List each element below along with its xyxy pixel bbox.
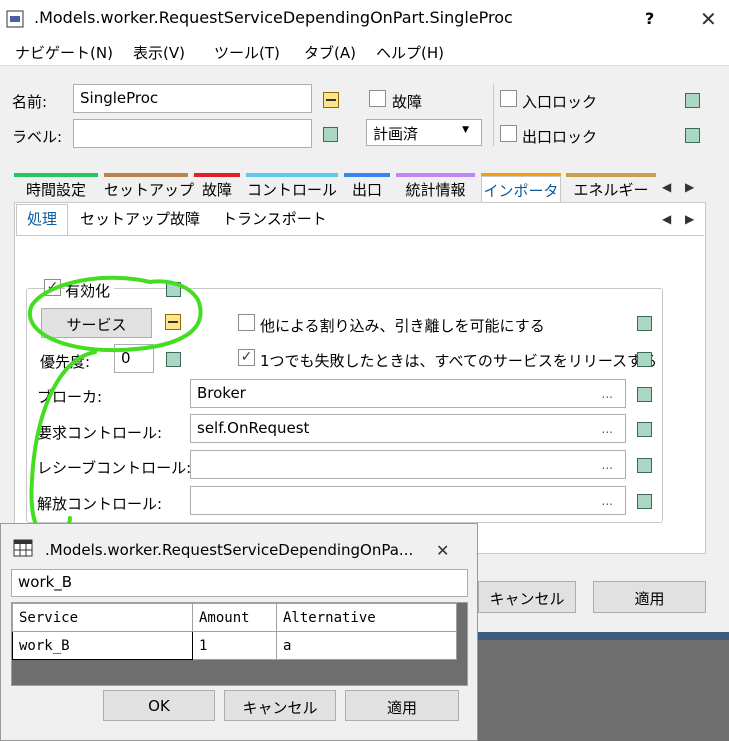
dialog-close-button[interactable]: ✕ (436, 541, 449, 560)
exit-lock-label: 出口ロック (522, 128, 598, 146)
tab-6[interactable]: インポータ (481, 176, 561, 203)
menu-navigate[interactable]: ナビゲート(N) (15, 42, 113, 63)
release-ellipsis-button[interactable]: ... (602, 494, 613, 508)
dialog-cancel-button[interactable]: キャンセル (224, 690, 336, 721)
cell-service[interactable]: work_B (12, 631, 193, 660)
release-control-input[interactable]: ... (190, 486, 626, 515)
receive-control-inherit-button[interactable] (637, 458, 652, 473)
menu-help[interactable]: ヘルプ(H) (376, 42, 444, 63)
enable-inherit-button[interactable] (166, 282, 181, 297)
cell-alternative[interactable]: a (276, 631, 457, 660)
broker-value: Broker (197, 384, 246, 402)
label-inherit-button[interactable] (323, 127, 338, 142)
interrupt-inherit-button[interactable] (637, 316, 652, 331)
subtab-failure[interactable]: 故障 (170, 208, 200, 229)
dialog-apply-button[interactable]: 適用 (345, 690, 459, 721)
dialog-ok-button[interactable]: OK (103, 690, 215, 721)
tab-4[interactable]: 出口 (344, 176, 390, 202)
table-header-row: Service Amount Alternative (12, 603, 457, 632)
broker-inherit-button[interactable] (637, 387, 652, 402)
close-button[interactable]: ✕ (700, 7, 717, 31)
release-all-label: 1つでも失敗したときは、すべてのサービスをリリースする (260, 352, 658, 370)
broker-label: ブローカ: (37, 388, 103, 406)
failure-checkbox[interactable] (369, 90, 386, 107)
request-control-inherit-button[interactable] (637, 422, 652, 437)
dialog-title: .Models.worker.RequestServiceDependingOn… (45, 541, 414, 559)
subtab-divider (16, 235, 704, 236)
subtab-scroll-left-icon[interactable]: ◀ (662, 212, 671, 226)
title-bar: .Models.worker.RequestServiceDependingOn… (0, 0, 729, 38)
exit-lock-inherit-button[interactable] (685, 128, 700, 143)
failure-label: 故障 (392, 93, 423, 111)
entry-lock-label: 入口ロック (522, 93, 598, 111)
receive-control-input[interactable]: ... (190, 450, 626, 479)
menu-bar: ナビゲート(N) 表示(V) ツール(T) タブ(A) ヘルプ(H) (0, 38, 729, 66)
tab-2[interactable]: 故障 (194, 176, 240, 202)
release-all-inherit-button[interactable] (637, 352, 652, 367)
entry-lock-checkbox[interactable] (500, 90, 517, 107)
column-header-amount[interactable]: Amount (192, 603, 277, 632)
tab-scroll-right-icon[interactable]: ▶ (685, 180, 694, 194)
interrupt-label: 他による割り込み、引き離しを可能にする (260, 317, 545, 335)
broker-ellipsis-button[interactable]: ... (602, 387, 613, 401)
plan-select[interactable]: 計画済 ▼ (366, 119, 482, 146)
window-title: .Models.worker.RequestServiceDependingOn… (34, 8, 513, 27)
name-label: 名前: (12, 93, 48, 111)
menu-tools[interactable]: ツール(T) (214, 42, 280, 63)
broker-input[interactable]: Broker ... (190, 379, 626, 408)
tab-0[interactable]: 時間設定 (14, 176, 98, 202)
tab-1[interactable]: セットアップ (104, 176, 194, 202)
service-dialog: .Models.worker.RequestServiceDependingOn… (0, 523, 478, 741)
receive-control-label: レシーブコントロール: (37, 459, 192, 477)
subtab-processing[interactable]: 処理 (27, 208, 57, 229)
entry-lock-inherit-button[interactable] (685, 93, 700, 108)
name-input[interactable]: SingleProc (73, 84, 312, 113)
subtab-transport[interactable]: トランスポート (222, 208, 327, 229)
request-control-value: self.OnRequest (197, 419, 310, 437)
priority-input[interactable]: 0 (114, 344, 154, 373)
dialog-filter-input[interactable]: work_B (11, 569, 468, 597)
tab-5[interactable]: 統計情報 (396, 176, 475, 202)
service-inherit-button[interactable] (165, 314, 181, 330)
plan-select-value: 計画済 (373, 125, 419, 143)
tab-3[interactable]: コントロール (246, 176, 338, 202)
divider (493, 84, 494, 146)
interrupt-checkbox[interactable] (238, 314, 255, 331)
label-input[interactable] (73, 119, 312, 148)
request-control-label: 要求コントロール: (37, 424, 163, 442)
enable-checkbox[interactable]: ✓ (44, 279, 61, 296)
enable-label: 有効化 (65, 280, 115, 301)
main-cancel-button[interactable]: キャンセル (478, 581, 576, 613)
priority-label: 優先度: (40, 353, 91, 371)
request-ellipsis-button[interactable]: ... (602, 422, 613, 436)
service-button[interactable]: サービス (41, 308, 152, 338)
release-control-label: 解放コントロール: (37, 495, 163, 513)
main-apply-button[interactable]: 適用 (593, 581, 706, 613)
chevron-down-icon: ▼ (462, 125, 469, 135)
label-label: ラベル: (12, 128, 63, 146)
help-button[interactable]: ? (645, 9, 654, 28)
release-control-inherit-button[interactable] (637, 494, 652, 509)
app-window-icon (6, 10, 24, 28)
column-header-service[interactable]: Service (12, 603, 193, 632)
subtab-scroll-right-icon[interactable]: ▶ (685, 212, 694, 226)
table-row: work_B 1 a (12, 631, 457, 660)
request-control-input[interactable]: self.OnRequest ... (190, 414, 626, 443)
exit-lock-checkbox[interactable] (500, 125, 517, 142)
column-header-alternative[interactable]: Alternative (276, 603, 457, 632)
release-all-checkbox[interactable]: ✓ (238, 349, 255, 366)
tab-7[interactable]: エネルギー (566, 176, 656, 202)
cell-amount[interactable]: 1 (192, 631, 277, 660)
tab-scroll-left-icon[interactable]: ◀ (662, 180, 671, 194)
subtab-setup[interactable]: セットアップ (80, 208, 170, 229)
name-inherit-button[interactable] (323, 92, 339, 108)
priority-inherit-button[interactable] (166, 352, 181, 367)
table-icon (13, 539, 33, 557)
service-table: Service Amount Alternative work_B 1 a (12, 603, 457, 660)
menu-view[interactable]: 表示(V) (133, 42, 185, 63)
background-window-strip (478, 632, 729, 640)
service-table-area: Service Amount Alternative work_B 1 a (11, 602, 468, 686)
menu-tab[interactable]: タブ(A) (304, 42, 356, 63)
receive-ellipsis-button[interactable]: ... (602, 458, 613, 472)
